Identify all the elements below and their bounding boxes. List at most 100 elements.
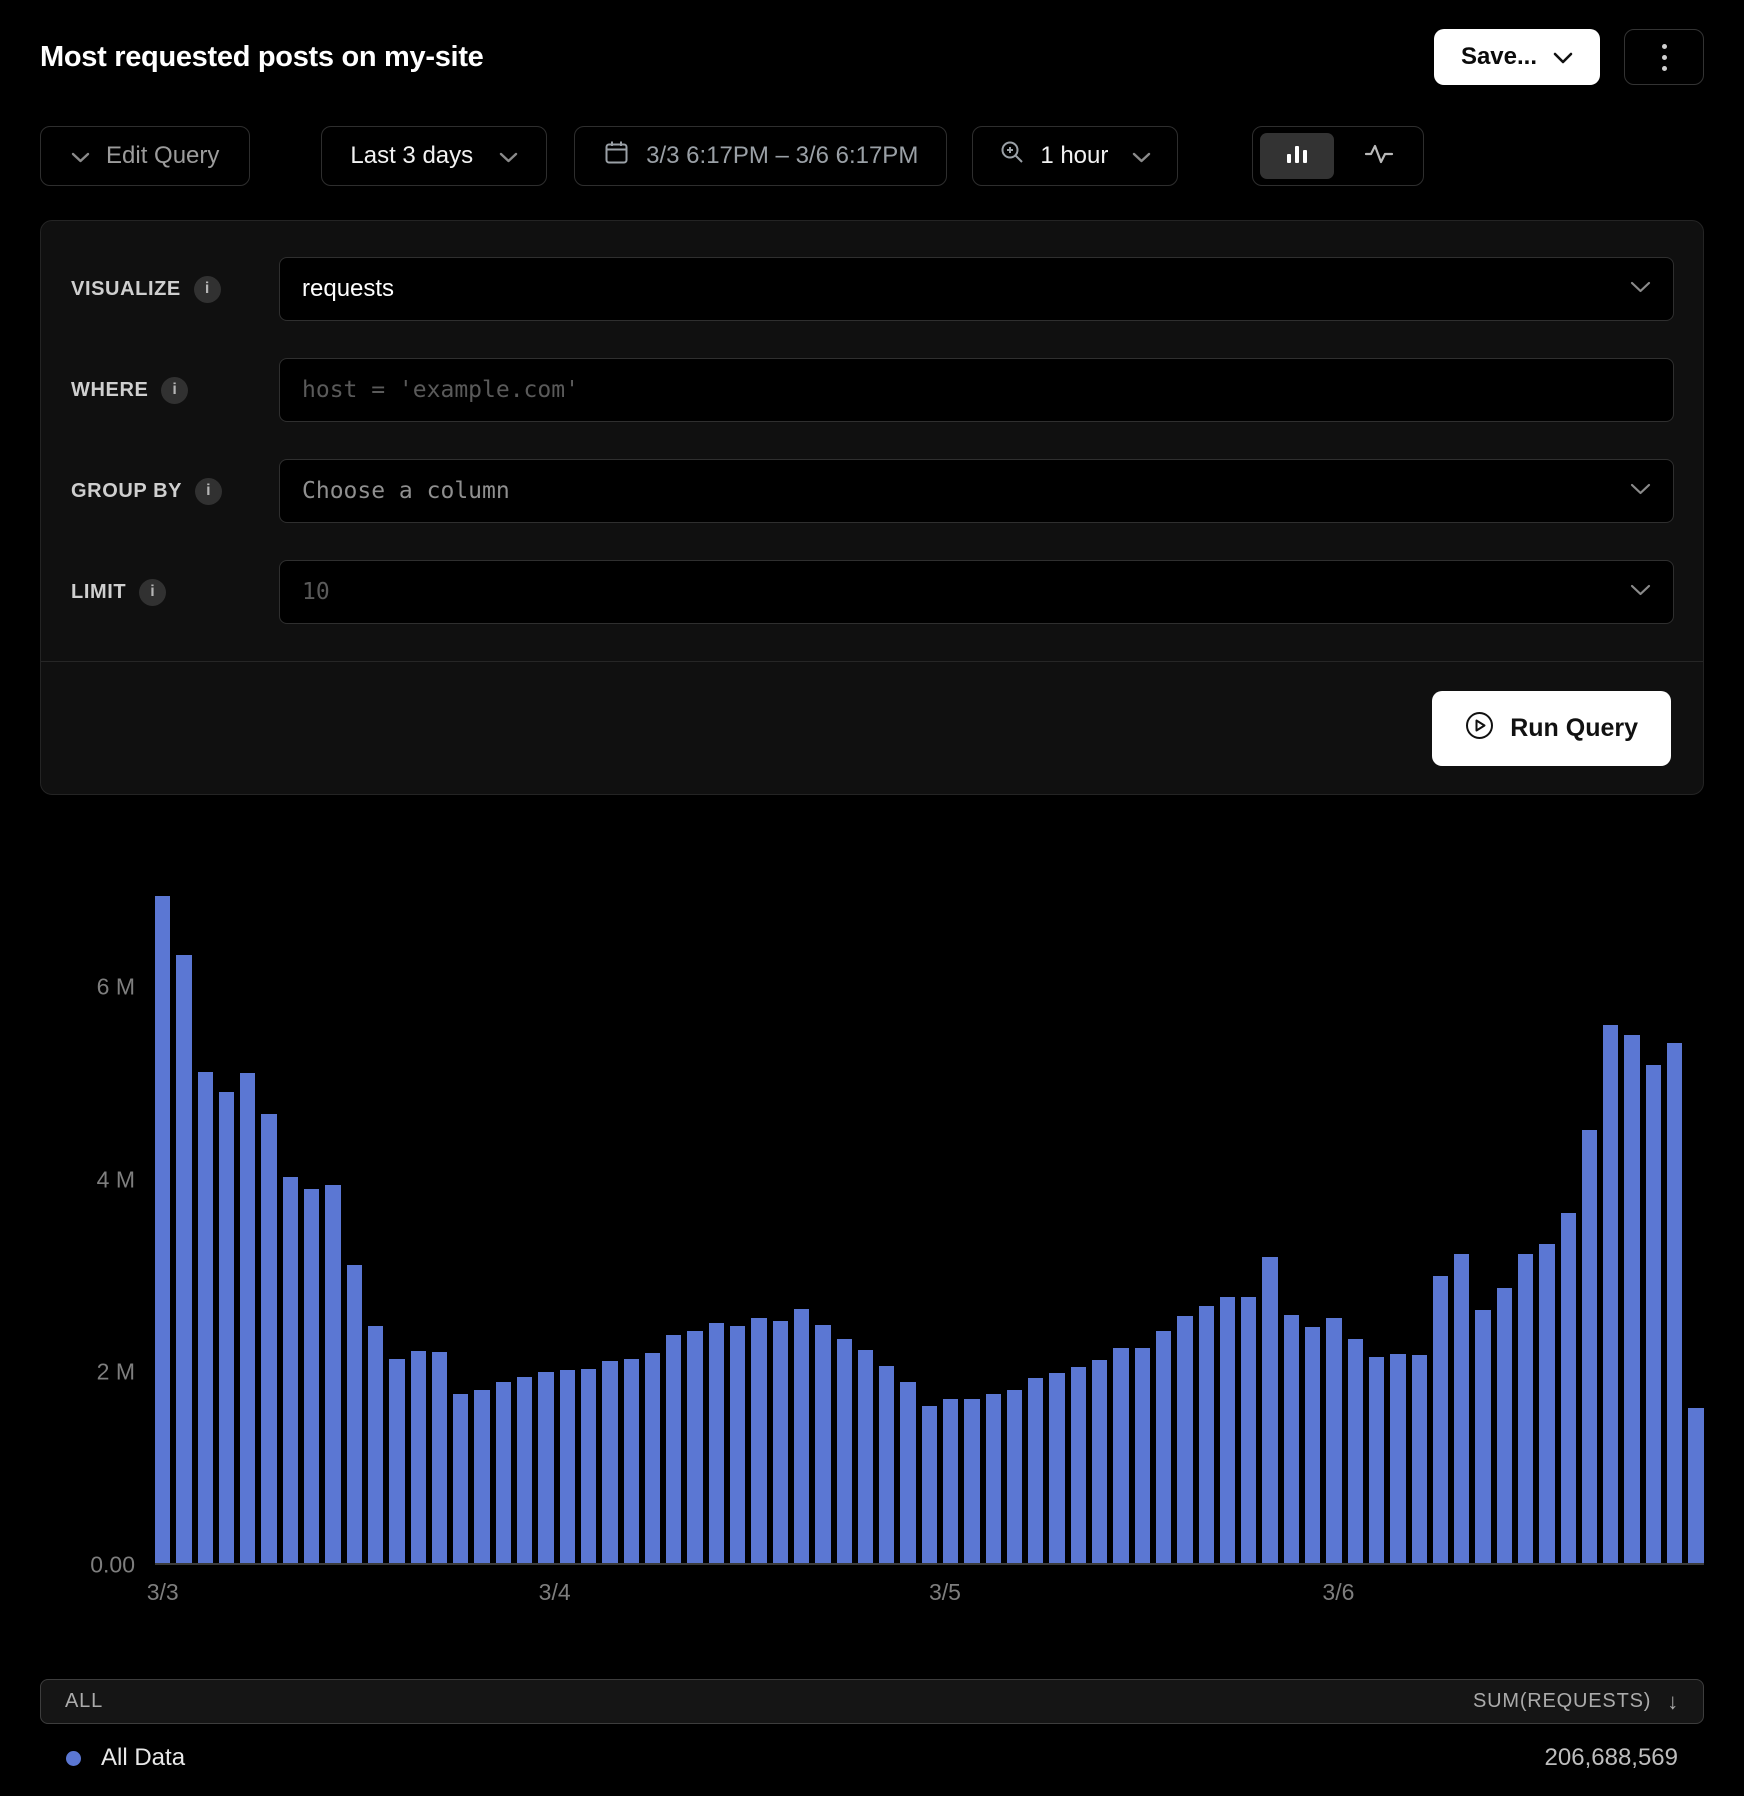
bar[interactable] (411, 1351, 426, 1563)
more-options-button[interactable] (1624, 29, 1704, 85)
bar[interactable] (347, 1265, 362, 1563)
bar[interactable] (538, 1372, 553, 1563)
bar[interactable] (325, 1185, 340, 1563)
bar[interactable] (1688, 1408, 1703, 1563)
save-button[interactable]: Save... (1434, 29, 1600, 85)
run-query-button[interactable]: Run Query (1432, 691, 1671, 766)
bar[interactable] (1603, 1025, 1618, 1563)
bar[interactable] (1092, 1360, 1107, 1563)
bar[interactable] (1113, 1348, 1128, 1563)
where-input[interactable] (279, 358, 1674, 422)
bar[interactable] (879, 1366, 894, 1563)
bar[interactable] (1262, 1257, 1277, 1563)
bar[interactable] (900, 1382, 915, 1563)
edit-query-button[interactable]: Edit Query (40, 126, 250, 186)
visualize-select[interactable]: requests (279, 257, 1674, 321)
bar[interactable] (155, 896, 170, 1563)
bar[interactable] (1582, 1130, 1597, 1563)
bar[interactable] (922, 1406, 937, 1563)
interval-dropdown[interactable]: 1 hour (972, 126, 1178, 186)
bar[interactable] (751, 1318, 766, 1563)
bar[interactable] (1071, 1367, 1086, 1563)
bar[interactable] (474, 1390, 489, 1563)
limit-select[interactable]: 10 (279, 560, 1674, 624)
bar[interactable] (1475, 1310, 1490, 1564)
bar[interactable] (1199, 1306, 1214, 1563)
bar[interactable] (837, 1339, 852, 1563)
bar-chart-toggle[interactable] (1260, 133, 1334, 179)
info-icon[interactable] (194, 276, 221, 303)
info-icon[interactable] (139, 579, 166, 606)
bar[interactable] (1156, 1331, 1171, 1563)
bar[interactable] (517, 1377, 532, 1563)
time-range-dropdown[interactable]: Last 3 days (321, 126, 547, 186)
bar[interactable] (1369, 1357, 1384, 1563)
bar[interactable] (1326, 1318, 1341, 1563)
bar[interactable] (1454, 1254, 1469, 1563)
bar[interactable] (560, 1370, 575, 1563)
info-icon[interactable] (195, 478, 222, 505)
bar[interactable] (645, 1353, 660, 1563)
bar[interactable] (1284, 1315, 1299, 1563)
bar[interactable] (581, 1369, 596, 1563)
bar[interactable] (432, 1352, 447, 1563)
bar[interactable] (1433, 1276, 1448, 1563)
bar[interactable] (1624, 1035, 1639, 1563)
bar[interactable] (176, 955, 191, 1563)
bar[interactable] (1667, 1043, 1682, 1563)
bar[interactable] (1028, 1378, 1043, 1563)
bar[interactable] (964, 1399, 979, 1563)
bar[interactable] (858, 1350, 873, 1563)
bar[interactable] (943, 1399, 958, 1563)
bar[interactable] (1497, 1288, 1512, 1563)
bar[interactable] (709, 1323, 724, 1563)
chevron-down-icon (71, 142, 90, 170)
value-column-header[interactable]: SUM(REQUESTS) ↓ (1473, 1689, 1679, 1715)
bar[interactable] (1007, 1390, 1022, 1563)
bar[interactable] (368, 1326, 383, 1563)
bar[interactable] (602, 1361, 617, 1563)
bar[interactable] (1220, 1297, 1235, 1563)
bar[interactable] (1539, 1244, 1554, 1563)
group-column-header: ALL (65, 1690, 103, 1713)
bar[interactable] (1518, 1254, 1533, 1563)
date-range-button[interactable]: 3/3 6:17PM – 3/6 6:17PM (574, 126, 947, 186)
bar[interactable] (198, 1072, 213, 1563)
time-range-label: Last 3 days (350, 142, 473, 170)
bar[interactable] (240, 1073, 255, 1563)
bar[interactable] (1305, 1327, 1320, 1563)
bar[interactable] (1390, 1354, 1405, 1563)
plot-wrap: 3/33/43/53/6 (155, 862, 1704, 1625)
info-icon[interactable] (161, 377, 188, 404)
series-value: 206,688,569 (1545, 1744, 1678, 1772)
bar-plot (155, 862, 1704, 1565)
bar[interactable] (1646, 1065, 1661, 1563)
bar[interactable] (666, 1335, 681, 1563)
bar[interactable] (730, 1326, 745, 1563)
bar[interactable] (453, 1394, 468, 1563)
bar[interactable] (687, 1331, 702, 1563)
summary-table-header[interactable]: ALL SUM(REQUESTS) ↓ (40, 1679, 1704, 1724)
bar[interactable] (1412, 1355, 1427, 1563)
bar[interactable] (1177, 1316, 1192, 1563)
bar[interactable] (624, 1359, 639, 1563)
bar[interactable] (794, 1309, 809, 1563)
bar[interactable] (1561, 1213, 1576, 1563)
bar[interactable] (219, 1092, 234, 1563)
bar[interactable] (1135, 1348, 1150, 1563)
bar[interactable] (815, 1325, 830, 1563)
bar[interactable] (389, 1359, 404, 1563)
bar[interactable] (986, 1394, 1001, 1563)
line-chart-toggle[interactable] (1342, 133, 1416, 179)
bar[interactable] (773, 1321, 788, 1563)
bar[interactable] (261, 1114, 276, 1563)
bar[interactable] (496, 1382, 511, 1563)
table-row[interactable]: All Data 206,688,569 (40, 1724, 1704, 1772)
bar[interactable] (304, 1189, 319, 1564)
bar[interactable] (1241, 1297, 1256, 1563)
chevron-down-icon (1630, 280, 1651, 298)
bar[interactable] (1049, 1373, 1064, 1563)
bar[interactable] (1348, 1339, 1363, 1563)
group-by-select[interactable]: Choose a column (279, 459, 1674, 523)
bar[interactable] (283, 1177, 298, 1563)
